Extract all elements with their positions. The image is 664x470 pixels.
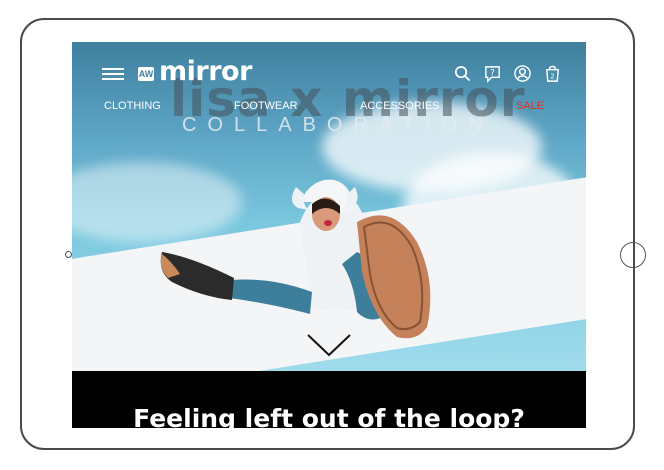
newsletter-band: Feeling left out of the loop? bbox=[72, 371, 586, 428]
screen: lisa x mirror COLLABORATION AW mirror ? … bbox=[72, 42, 586, 428]
main-nav: CLOTHING FOOTWEAR ACCESSORIES SALE bbox=[104, 100, 554, 116]
svg-text:?: ? bbox=[490, 68, 495, 78]
home-button[interactable] bbox=[620, 242, 646, 268]
nav-item-accessories[interactable]: ACCESSORIES bbox=[360, 100, 439, 112]
nav-item-clothing[interactable]: CLOTHING bbox=[104, 100, 161, 112]
header-icons: ? 2 bbox=[453, 64, 562, 83]
logo-mark: AW bbox=[138, 66, 154, 81]
search-icon[interactable] bbox=[453, 64, 472, 83]
chevron-down-icon[interactable] bbox=[306, 332, 352, 358]
logo-text: mirror bbox=[159, 56, 252, 87]
newsletter-heading: Feeling left out of the loop? bbox=[133, 404, 525, 428]
nav-item-footwear[interactable]: FOOTWEAR bbox=[234, 100, 298, 112]
svg-text:2: 2 bbox=[550, 73, 554, 81]
header: AW mirror ? 2 CLOTHING FOOTWEAR ACCESSOR… bbox=[72, 42, 586, 122]
front-camera bbox=[65, 251, 72, 258]
account-icon[interactable] bbox=[513, 64, 532, 83]
logo[interactable]: AW mirror bbox=[138, 56, 252, 87]
help-icon[interactable]: ? bbox=[483, 64, 502, 83]
nav-item-sale[interactable]: SALE bbox=[516, 100, 544, 112]
shopping-bag-icon[interactable]: 2 bbox=[543, 64, 562, 83]
menu-icon[interactable] bbox=[102, 68, 124, 80]
hero-banner: lisa x mirror COLLABORATION AW mirror ? … bbox=[72, 42, 586, 371]
